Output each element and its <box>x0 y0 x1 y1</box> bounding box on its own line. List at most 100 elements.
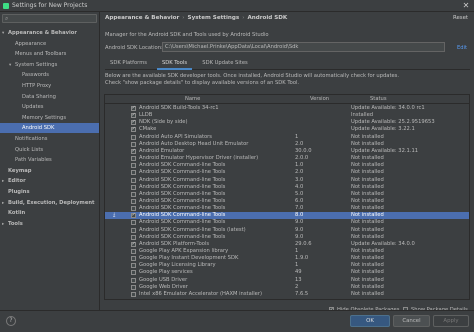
table-row[interactable]: Android SDK Build-Tools 34-rc1 Update Ava… <box>105 105 469 112</box>
sidebar-item[interactable]: Data Sharing <box>0 92 99 102</box>
sidebar-item[interactable]: ▸ Build, Execution, Deployment <box>0 198 99 208</box>
table-row[interactable]: Android SDK Command-line Tools 4.0 Not ins… <box>105 184 469 191</box>
table-row[interactable]: CMake Update Available: 3.22.1 <box>105 126 469 133</box>
table-row[interactable]: Android SDK Command-line Tools 5.0 Not ins… <box>105 191 469 198</box>
table-row[interactable]: Android Auto Desktop Head Unit Emulator 2… <box>105 141 469 148</box>
row-checkbox[interactable] <box>131 256 136 262</box>
table-row[interactable]: Android Auto API Simulators 1 Not installe… <box>105 134 469 141</box>
row-checkbox[interactable] <box>131 198 136 204</box>
package-version: 2.0.0 <box>295 155 309 162</box>
sidebar-item[interactable]: Quick Lists <box>0 145 99 155</box>
table-row[interactable]: Android Emulator 30.0.0 Update Available: … <box>105 147 469 155</box>
package-status: Update Available: 32.1.11 <box>351 147 419 154</box>
sidebar-item[interactable]: ▾ Appearance & Behavior <box>0 28 99 38</box>
package-status: Installed <box>351 112 374 119</box>
row-checkbox[interactable] <box>131 156 136 162</box>
edit-location-link[interactable]: Edit <box>457 45 467 51</box>
row-checkbox-checked[interactable] <box>131 148 136 155</box>
package-name: Android SDK Command-line Tools <box>139 219 226 226</box>
sidebar-item[interactable]: HTTP Proxy <box>0 81 99 91</box>
row-checkbox-checked[interactable] <box>131 212 136 219</box>
reset-link[interactable]: Reset <box>453 15 468 21</box>
table-row[interactable]: Google Play services 49 Not installed <box>105 269 469 276</box>
sidebar-item[interactable]: ▾ System Settings <box>0 60 99 70</box>
table-row[interactable]: Android SDK Command-line Tools 3.0 Not ins… <box>105 177 469 184</box>
row-checkbox[interactable] <box>131 220 136 226</box>
row-checkbox[interactable] <box>131 163 136 169</box>
table-row[interactable]: Android SDK Platform-Tools 29.0.6 Update A… <box>105 240 469 248</box>
tab-sdk-tools[interactable]: SDK Tools <box>157 58 192 70</box>
table-row[interactable]: Android Emulator Hypervisor Driver (inst… <box>105 155 469 162</box>
sidebar-item[interactable]: Android SDK <box>0 123 99 134</box>
sidebar-item-label: Android SDK <box>22 125 55 132</box>
table-row[interactable]: Android SDK Command-line Tools 9.0 Not ins… <box>105 219 469 226</box>
row-checkbox-checked[interactable] <box>131 105 136 112</box>
package-name: Android SDK Platform-Tools <box>139 240 210 247</box>
sidebar-item[interactable]: Kotlin <box>0 208 99 218</box>
row-checkbox[interactable] <box>131 206 136 212</box>
table-row[interactable]: Google Play APK Expansion library 1 Not in… <box>105 248 469 255</box>
tab-sdk-update-sites[interactable]: SDK Update Sites <box>197 58 253 70</box>
row-checkbox[interactable] <box>131 184 136 190</box>
title-bar: Settings for New Projects ✕ <box>0 0 474 12</box>
table-row[interactable]: Android SDK Command-line Tools 6.0 Not ins… <box>105 198 469 205</box>
row-checkbox-checked[interactable] <box>131 241 136 248</box>
column-header-status[interactable]: Status <box>370 95 387 104</box>
sidebar-item[interactable]: Keymap <box>0 166 99 176</box>
row-checkbox[interactable] <box>131 284 136 290</box>
table-row[interactable]: ⤓ Android SDK Command-line Tools 8.0 Not in… <box>105 212 469 220</box>
column-header-version[interactable]: Version <box>310 95 329 104</box>
package-name: CMake <box>139 126 157 133</box>
row-checkbox[interactable] <box>131 277 136 283</box>
row-checkbox[interactable] <box>131 141 136 147</box>
row-checkbox-checked[interactable] <box>131 126 136 133</box>
row-checkbox-checked[interactable] <box>131 119 136 126</box>
tab-sdk-platforms[interactable]: SDK Platforms <box>105 58 152 70</box>
sidebar-item-label: Memory Settings <box>22 114 67 121</box>
sidebar-item[interactable]: Memory Settings <box>0 113 99 123</box>
ok-button[interactable]: OK <box>350 315 390 327</box>
cancel-button[interactable]: Cancel <box>393 315 430 327</box>
row-checkbox[interactable] <box>131 270 136 276</box>
column-header-name[interactable]: Name <box>185 95 200 104</box>
sidebar-item[interactable]: ▸ Tools <box>0 219 99 229</box>
sidebar-item[interactable]: ▸ Editor <box>0 176 99 186</box>
close-icon[interactable]: ✕ <box>458 0 474 12</box>
table-row[interactable]: Google Play Instant Development SDK 1.9.0… <box>105 255 469 262</box>
sidebar-item[interactable]: Menus and Toolbars <box>0 49 99 59</box>
sidebar-item[interactable]: Updates <box>0 102 99 112</box>
apply-button[interactable]: Apply <box>433 315 469 327</box>
row-checkbox[interactable] <box>131 134 136 140</box>
sidebar-item[interactable]: Passwords <box>0 70 99 80</box>
table-row[interactable]: Intel x86 Emulator Accelerator (HAXM ins… <box>105 290 469 298</box>
row-checkbox[interactable] <box>131 291 136 297</box>
row-checkbox-checked[interactable] <box>131 112 136 119</box>
help-icon[interactable]: ? <box>6 316 16 326</box>
package-version: 7.6.5 <box>295 290 309 297</box>
sidebar-item[interactable]: Appearance <box>0 39 99 49</box>
table-row[interactable]: Google USB Driver 13 Not installed <box>105 277 469 284</box>
sdk-location-field[interactable]: C:\Users\Michael.Prinke\AppData\Local\An… <box>162 42 445 52</box>
settings-search-input[interactable]: ⌕ <box>2 14 97 23</box>
sidebar-item[interactable]: Plugins <box>0 187 99 197</box>
table-row[interactable]: Google Play Licensing Library 1 Not instal… <box>105 262 469 269</box>
table-row[interactable]: Android SDK Command-line Tools 2.0 Not ins… <box>105 169 469 176</box>
sidebar-item[interactable]: Notifications <box>0 134 99 144</box>
table-row[interactable]: Android SDK Command-line Tools 7.0 Not ins… <box>105 205 469 212</box>
row-checkbox[interactable] <box>131 170 136 176</box>
row-checkbox[interactable] <box>131 263 136 269</box>
row-checkbox[interactable] <box>131 191 136 197</box>
table-row[interactable]: NDK (Side by side) Update Available: 25.2… <box>105 119 469 126</box>
info-line: Check "show package details" to display … <box>105 80 300 86</box>
table-row[interactable]: Android SDK Command-line Tools 1.0 Not ins… <box>105 162 469 169</box>
table-row[interactable]: Android SDK Command-line Tools (latest) 9… <box>105 227 469 234</box>
row-checkbox[interactable] <box>131 227 136 233</box>
sidebar-item[interactable]: Path Variables <box>0 155 99 165</box>
table-row[interactable]: Android SDK Command-line Tools 9.0 Not ins… <box>105 234 469 241</box>
table-row[interactable]: Google Web Driver 2 Not installed <box>105 283 469 291</box>
row-checkbox[interactable] <box>131 177 136 183</box>
row-checkbox[interactable] <box>131 234 136 240</box>
table-row[interactable]: LLDB Installed <box>105 112 469 119</box>
row-checkbox[interactable] <box>131 249 136 254</box>
package-status: Not installed <box>351 283 384 290</box>
